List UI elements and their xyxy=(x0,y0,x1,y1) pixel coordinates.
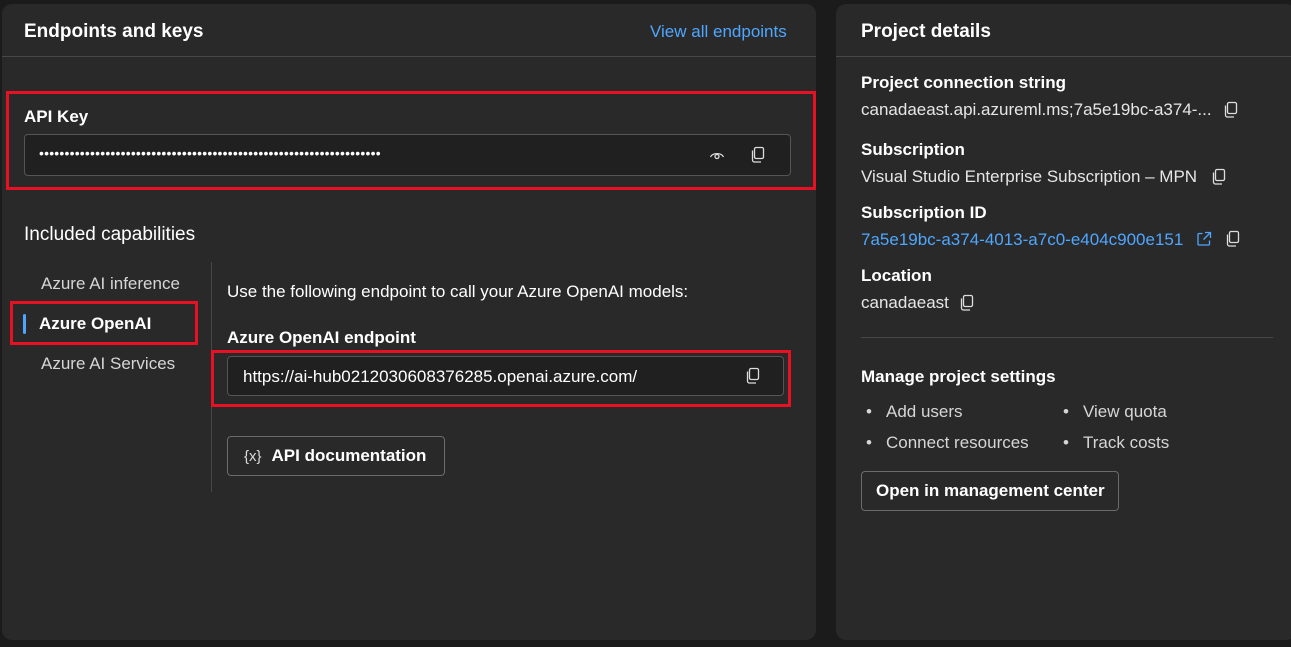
endpoints-card: Endpoints and keys View all endpoints AP… xyxy=(2,4,816,640)
copy-icon[interactable] xyxy=(959,294,975,312)
capabilities-title: Included capabilities xyxy=(24,224,196,245)
external-link-icon[interactable] xyxy=(1196,231,1212,247)
endpoint-intro-text: Use the following endpoint to call your … xyxy=(227,282,689,301)
view-quota-link[interactable]: View quota xyxy=(1063,402,1167,422)
copy-icon[interactable] xyxy=(1225,230,1241,248)
header-divider xyxy=(836,56,1291,57)
capability-azure-ai-inference[interactable]: Azure AI inference xyxy=(41,274,180,294)
api-documentation-label: API documentation xyxy=(271,446,427,465)
endpoints-title: Endpoints and keys xyxy=(24,21,204,42)
endpoint-highlight xyxy=(211,350,791,407)
connect-resources-link[interactable]: Connect resources xyxy=(866,433,1029,453)
section-divider xyxy=(861,337,1273,338)
open-management-center-label: Open in management center xyxy=(876,481,1105,500)
subscription-label: Subscription xyxy=(861,140,965,159)
connection-string-value: canadaeast.api.azureml.ms;7a5e19bc-a374-… xyxy=(861,100,1212,119)
capability-highlight xyxy=(10,301,198,345)
capability-azure-ai-services[interactable]: Azure AI Services xyxy=(41,354,175,374)
project-details-card: Project details Project connection strin… xyxy=(836,4,1291,640)
api-key-highlight xyxy=(6,91,816,190)
track-costs-link[interactable]: Track costs xyxy=(1063,433,1169,453)
subscription-value: Visual Studio Enterprise Subscription – … xyxy=(861,167,1198,186)
view-all-endpoints-link[interactable]: View all endpoints xyxy=(650,22,787,42)
add-users-link[interactable]: Add users xyxy=(866,402,962,422)
connection-string-label: Project connection string xyxy=(861,73,1066,92)
copy-icon[interactable] xyxy=(1211,168,1227,186)
copy-icon[interactable] xyxy=(1223,101,1239,119)
open-management-center-button[interactable]: Open in management center xyxy=(861,471,1119,511)
endpoint-label: Azure OpenAI endpoint xyxy=(227,328,416,347)
subscription-id-label: Subscription ID xyxy=(861,203,987,222)
variable-icon: {x} xyxy=(244,447,262,465)
subscription-id-link[interactable]: 7a5e19bc-a374-4013-a7c0-e404c900e151 xyxy=(861,230,1183,250)
location-value: canadaeast xyxy=(861,293,949,312)
project-details-title: Project details xyxy=(861,21,991,42)
header-divider xyxy=(2,56,816,57)
manage-settings-title: Manage project settings xyxy=(861,367,1056,386)
api-documentation-button[interactable]: {x} API documentation xyxy=(227,436,445,476)
location-label: Location xyxy=(861,266,932,285)
